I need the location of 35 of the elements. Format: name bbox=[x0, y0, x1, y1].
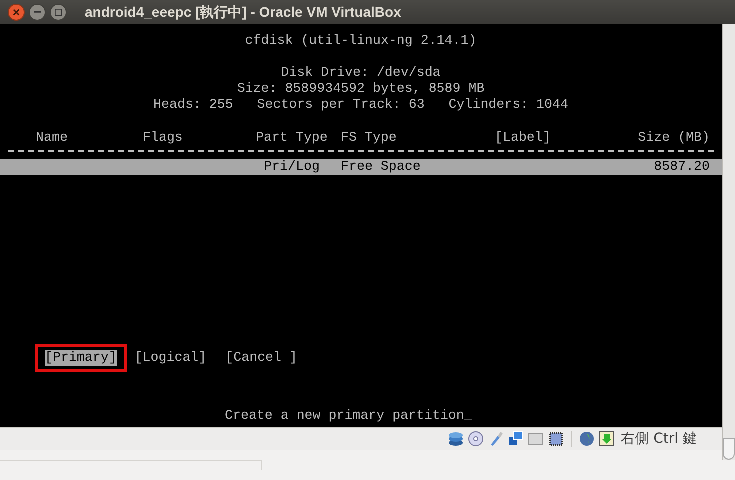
scrollbar[interactable] bbox=[722, 24, 735, 460]
maximize-icon bbox=[55, 8, 62, 16]
minimize-icon bbox=[34, 11, 41, 13]
status-message: Create a new primary partition bbox=[225, 408, 464, 424]
menu-option[interactable]: [Primary] bbox=[45, 350, 117, 366]
hard-disk-icon[interactable] bbox=[448, 431, 464, 447]
host-key-label: 右側 Ctrl 鍵 bbox=[621, 430, 697, 448]
optical-disc-icon[interactable] bbox=[468, 431, 484, 447]
disk-info-line: Heads: 255 Sectors per Track: 63 Cylinders: 1044 bbox=[154, 97, 568, 113]
disk-info-line: Disk Drive: /dev/sda bbox=[281, 65, 441, 81]
column-header: [Label] bbox=[495, 130, 551, 146]
program-title: cfdisk (util-linux-ng 2.14.1) bbox=[245, 33, 477, 49]
partition-row[interactable]: Pri/Log Free Space 8587.20 bbox=[0, 159, 722, 175]
menu-option[interactable]: [Cancel ] bbox=[224, 350, 298, 366]
minimize-button[interactable] bbox=[29, 4, 46, 20]
disk-info-line: Size: 8589934592 bytes, 8589 MB bbox=[237, 81, 485, 97]
table-cell-text: Pri/Log bbox=[263, 159, 321, 175]
maximize-button[interactable] bbox=[50, 4, 67, 20]
globe-icon[interactable] bbox=[579, 431, 596, 447]
chip-icon[interactable] bbox=[548, 431, 564, 447]
column-header: Flags bbox=[143, 130, 184, 146]
down-arrow-icon[interactable] bbox=[599, 431, 616, 447]
menu-option[interactable]: [Logical] bbox=[134, 350, 208, 366]
column-header: FS Type bbox=[341, 130, 398, 146]
close-icon bbox=[13, 8, 20, 16]
column-header: Size (MB) bbox=[637, 130, 710, 146]
table-cell-text: 8587.20 bbox=[653, 159, 710, 175]
text-cursor: _ bbox=[464, 408, 472, 424]
window-title: android4_eeepc [執行中] - Oracle VM VirtualBox bbox=[85, 2, 402, 22]
table-cell-text: Free Space bbox=[341, 159, 422, 175]
close-button[interactable] bbox=[8, 4, 25, 20]
usb-icon[interactable] bbox=[488, 431, 504, 447]
column-header: Part Type bbox=[255, 130, 329, 146]
network-icon[interactable] bbox=[508, 431, 524, 447]
column-header: Name bbox=[36, 130, 69, 146]
